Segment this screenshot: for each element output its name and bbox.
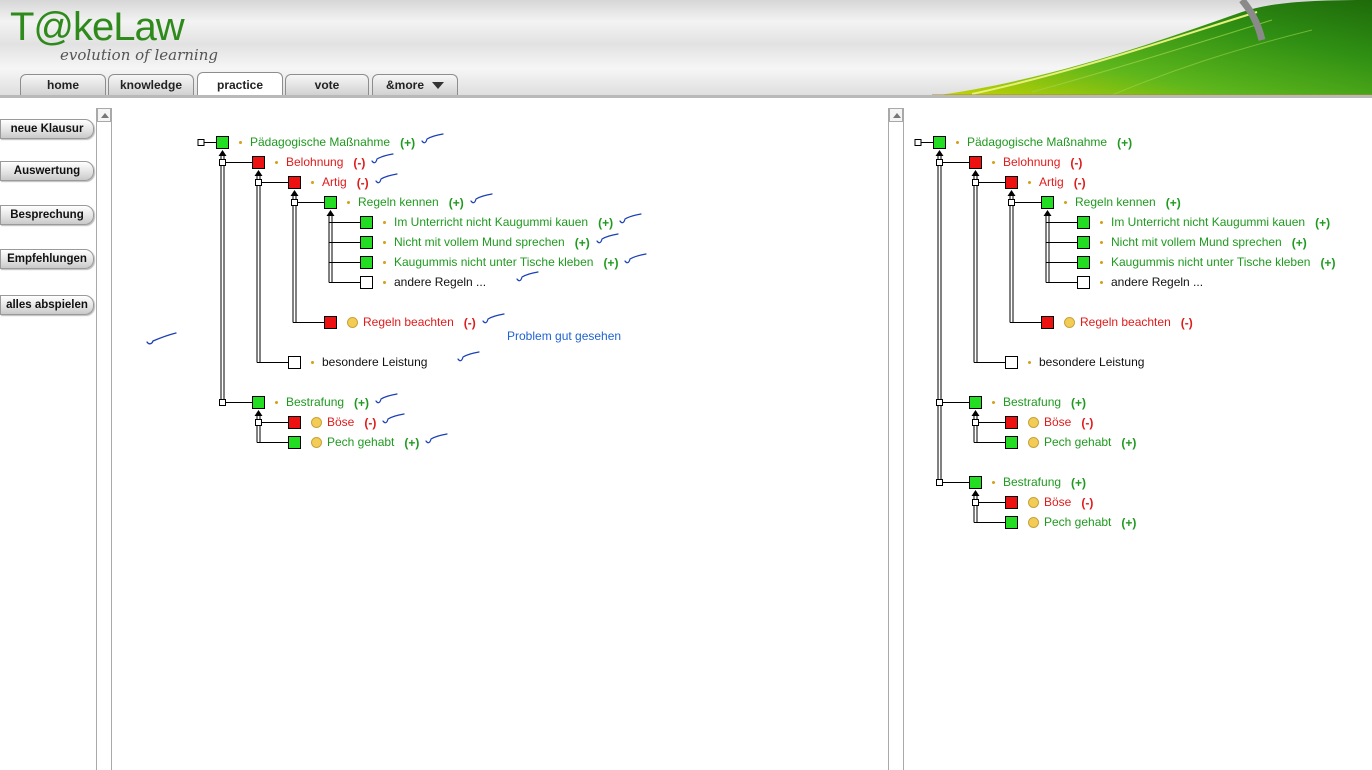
tree-junction-icon[interactable] [1008,199,1015,206]
tree-junction-icon[interactable] [972,179,979,186]
bullet-icon [1028,361,1031,364]
node-status-box[interactable] [1005,356,1018,369]
tree-arrow-icon [1043,210,1052,216]
node-label[interactable]: Nicht mit vollem Mund sprechen [1111,235,1282,249]
bullet-icon [992,161,995,164]
bullet-icon [1028,181,1031,184]
node-label[interactable]: Bestrafung [1003,475,1061,489]
collapse-toggle-icon[interactable] [914,139,922,146]
node-status-box[interactable] [1077,276,1090,289]
sign-plus: (+) [1071,396,1087,410]
sign-minus: (-) [1081,496,1094,510]
node-status-box[interactable] [969,476,982,489]
sign-plus: (+) [1121,516,1137,530]
tree-arrow-icon [971,410,980,416]
bullet-icon [1100,241,1103,244]
sign-plus: (+) [1165,196,1181,210]
tree-junction-icon[interactable] [936,159,943,166]
node-label[interactable]: Pech gehabt [1044,515,1111,529]
status-circle-icon [1028,417,1039,428]
node-label[interactable]: Artig [1039,175,1064,189]
bullet-icon [956,141,959,144]
sign-plus: (+) [1315,216,1331,230]
node-status-box[interactable] [1005,516,1018,529]
node-label[interactable]: besondere Leistung [1039,355,1144,369]
right_panel-connectors [914,139,1077,523]
node-label[interactable]: Belohnung [1003,155,1060,169]
tree-junction-icon[interactable] [972,419,979,426]
bullet-icon [1100,281,1103,284]
sign-plus: (+) [1320,256,1336,270]
tree-junction-icon[interactable] [936,399,943,406]
node-status-box[interactable] [933,136,946,149]
tree-junction-icon[interactable] [936,479,943,486]
bullet-icon [1100,261,1103,264]
node-status-box[interactable] [1077,256,1090,269]
bullet-icon [992,481,995,484]
sign-plus: (+) [1117,136,1133,150]
status-circle-icon [1028,497,1039,508]
node-status-box[interactable] [969,396,982,409]
tutor-comment: Problem gut gesehen [507,329,622,343]
node-status-box[interactable] [1077,216,1090,229]
sign-minus: (-) [1081,416,1094,430]
node-label[interactable]: Böse [1044,415,1071,429]
right-reference-tree: Pädagogische Maßnahme (+) Belohnung (-) Arti… [0,0,1372,770]
sign-minus: (-) [1180,316,1193,330]
node-status-box[interactable] [1005,416,1018,429]
node-label[interactable]: Regeln beachten [1080,315,1171,329]
node-label[interactable]: Im Unterricht nicht Kaugummi kauen [1111,215,1305,229]
node-status-box[interactable] [1077,236,1090,249]
tree-junction-icon[interactable] [972,499,979,506]
tree-arrow-icon [935,150,944,156]
tree-arrow-icon [971,490,980,496]
sign-minus: (-) [1070,156,1083,170]
handwritten-check-icon [146,332,177,345]
node-label[interactable]: Kaugummis nicht unter Tische kleben [1111,255,1310,269]
bullet-icon [1100,221,1103,224]
status-circle-icon [1064,317,1075,328]
tree-arrow-icon [971,170,980,176]
sign-plus: (+) [1071,476,1087,490]
node-label[interactable]: Pech gehabt [1044,435,1111,449]
status-circle-icon [1028,437,1039,448]
node-status-box[interactable] [1005,436,1018,449]
node-status-box[interactable] [1005,176,1018,189]
node-status-box[interactable] [1005,496,1018,509]
node-label[interactable]: Pädagogische Maßnahme [967,135,1107,149]
node-status-box[interactable] [969,156,982,169]
node-label[interactable]: andere Regeln ... [1111,275,1203,289]
bullet-icon [992,401,995,404]
tree-arrow-icon [1007,190,1016,196]
sign-plus: (+) [1121,436,1137,450]
status-circle-icon [1028,517,1039,528]
sign-plus: (+) [1291,236,1307,250]
node-label[interactable]: Bestrafung [1003,395,1061,409]
node-status-box[interactable] [1041,316,1054,329]
node-label[interactable]: Böse [1044,495,1071,509]
bullet-icon [1064,201,1067,204]
node-status-box[interactable] [1041,196,1054,209]
sign-minus: (-) [1073,176,1086,190]
node-label[interactable]: Regeln kennen [1075,195,1156,209]
